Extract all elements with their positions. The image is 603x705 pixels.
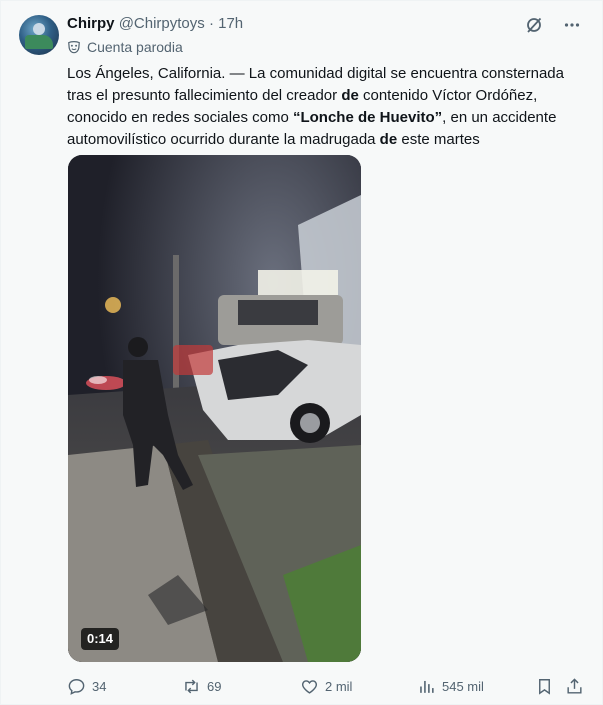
- parody-label: Cuenta parodia: [87, 39, 183, 55]
- reply-icon: [68, 678, 85, 695]
- reply-button[interactable]: 34: [67, 674, 106, 698]
- post-card: Chirpy @Chirpytoys · 17h Cuenta parodia: [0, 0, 603, 705]
- parody-badge: Cuenta parodia: [67, 38, 183, 56]
- post-top-actions: [524, 15, 582, 35]
- bookmark-button[interactable]: [535, 674, 554, 698]
- post-text: Los Ángeles, California. — La comunidad …: [67, 63, 587, 151]
- text-bold: de: [341, 87, 359, 104]
- video-frame: [68, 155, 361, 662]
- video-player[interactable]: [68, 155, 361, 662]
- repost-button[interactable]: 69: [182, 674, 221, 698]
- parody-mask-icon: [68, 41, 80, 54]
- reply-count: 34: [92, 678, 107, 694]
- text-bold: de: [379, 131, 398, 148]
- grok-icon[interactable]: [524, 15, 544, 35]
- views-button[interactable]: 545 mil: [417, 674, 484, 698]
- like-count: 2 mil: [325, 678, 353, 694]
- bookmark-icon: [539, 678, 550, 695]
- video-duration: 0:14: [81, 628, 120, 650]
- post-actions: 34 69 2 mil 545 mil: [67, 674, 587, 698]
- post-time[interactable]: 17h: [218, 15, 243, 32]
- views-count: 545 mil: [442, 678, 484, 694]
- views-icon: [420, 680, 434, 693]
- share-button[interactable]: [565, 674, 584, 698]
- text-part: este martes: [397, 131, 480, 148]
- more-icon[interactable]: [562, 15, 582, 35]
- like-icon: [301, 679, 318, 694]
- like-button[interactable]: 2 mil: [300, 674, 352, 698]
- repost-count: 69: [207, 678, 222, 694]
- avatar[interactable]: [19, 15, 59, 55]
- repost-icon: [185, 679, 198, 693]
- text-bold: “Lonche de Huevito”: [292, 109, 443, 126]
- post-header: Chirpy @Chirpytoys · 17h: [67, 14, 243, 34]
- share-icon: [567, 677, 582, 694]
- separator-dot: ·: [208, 15, 214, 32]
- author-handle[interactable]: @Chirpytoys: [119, 15, 205, 32]
- author-name[interactable]: Chirpy: [67, 15, 115, 32]
